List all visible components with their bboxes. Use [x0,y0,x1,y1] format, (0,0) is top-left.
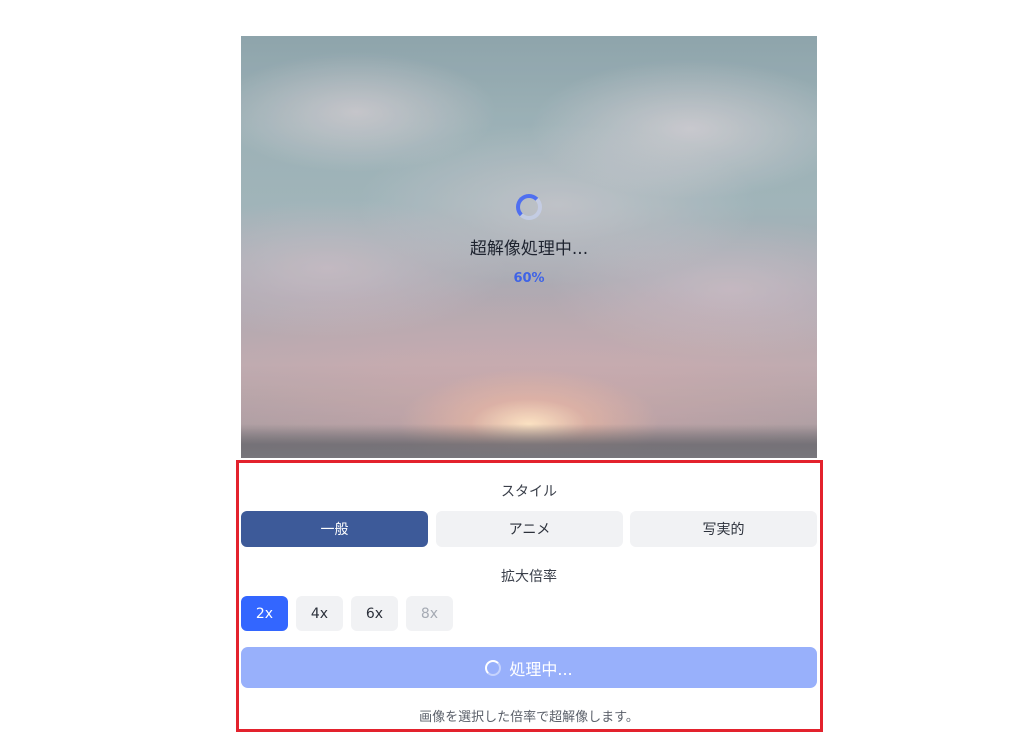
horizon-silhouette [241,424,817,458]
scale-section-label: 拡大倍率 [501,569,557,585]
style-option-general[interactable]: 一般 [241,511,428,547]
processing-status-text: 超解像処理中... [469,239,589,259]
style-section-label: スタイル [501,484,557,500]
super-resolution-panel: 超解像処理中... 60% スタイル 一般 アニメ 写実的 拡大倍率 2x 4x… [0,0,1017,736]
scale-option-8x: 8x [406,596,453,631]
help-text: 画像を選択した倍率で超解像します。 [419,710,639,725]
scale-option-6x[interactable]: 6x [351,596,398,631]
processing-overlay: 超解像処理中... 60% [241,194,817,286]
style-option-realistic[interactable]: 写実的 [630,511,817,547]
progress-percent: 60% [513,271,545,286]
process-button-label: 処理中... [509,659,573,679]
image-preview: 超解像処理中... 60% [241,36,817,458]
scale-option-4x[interactable]: 4x [296,596,343,631]
button-spinner-icon [485,659,502,676]
loading-spinner-icon [516,194,542,220]
process-button[interactable]: 処理中... [241,647,817,688]
scale-option-2x[interactable]: 2x [241,596,288,631]
style-option-anime[interactable]: アニメ [436,511,623,547]
